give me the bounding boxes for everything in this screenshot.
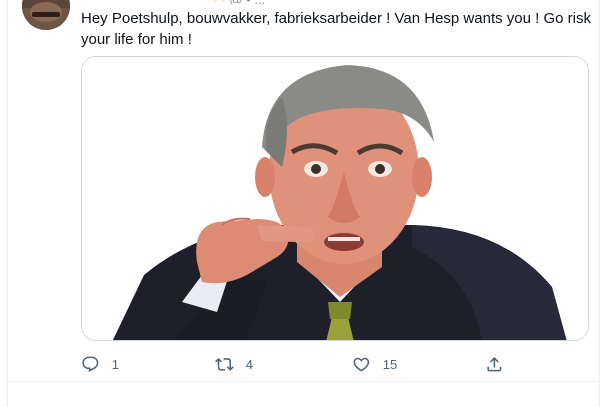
like-button[interactable]: 15 [352,352,397,376]
reply-count: 1 [111,356,119,372]
share-icon [487,356,502,372]
tweet-divider [7,381,600,382]
reply-icon [82,356,99,372]
like-count: 15 [382,356,398,372]
retweet-icon [215,357,234,371]
share-button[interactable] [485,352,504,376]
retweet-button[interactable]: 4 [215,352,253,376]
emoji-icon: ◔◔ [210,0,226,4]
reply-button[interactable]: 1 [81,352,119,376]
avatar[interactable] [22,0,70,30]
tweet-text: Hey Poetshulp, bouwvakker, fabrieksarbei… [81,10,591,48]
timeline-right-border [599,0,600,407]
retweet-count: 4 [245,356,253,372]
tweet-image[interactable] [81,56,589,341]
heart-icon [353,357,370,372]
header-handle: @ • ... [229,0,265,4]
tweet-header-peek: ◔◔ @ • ... [210,0,265,4]
timeline-left-border [7,0,8,407]
tweet-actions: 1 4 15 [81,352,591,376]
